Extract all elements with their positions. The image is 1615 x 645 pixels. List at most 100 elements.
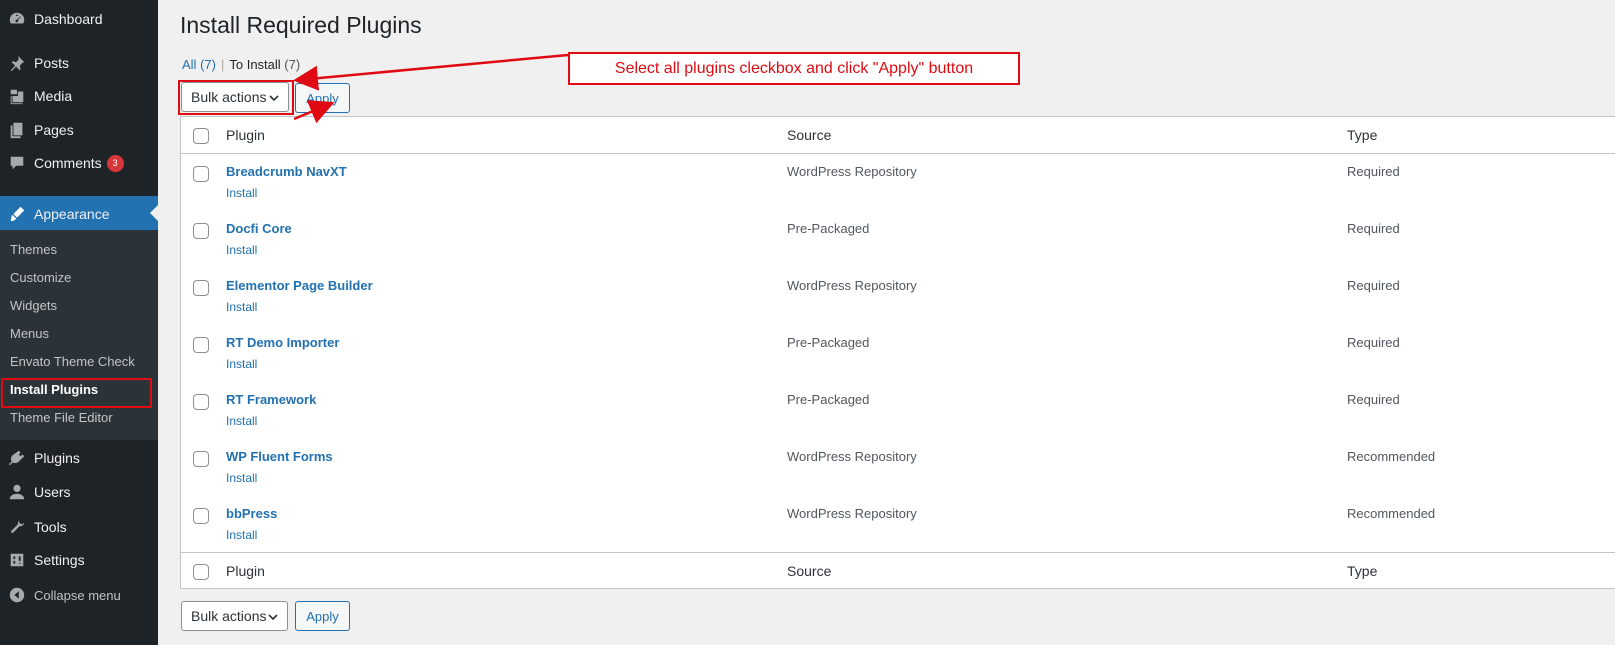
plugin-type: Required xyxy=(1347,278,1400,293)
menu-comments-label: Comments xyxy=(34,155,102,171)
table-row: Elementor Page Builder Install WordPress… xyxy=(181,268,1615,325)
row-checkbox[interactable] xyxy=(193,508,209,524)
menu-posts-label: Posts xyxy=(34,55,70,71)
row-checkbox[interactable] xyxy=(193,166,209,182)
plugin-type: Required xyxy=(1347,335,1400,350)
view-separator: | xyxy=(220,57,225,72)
table-footer: Plugin Source Type xyxy=(181,552,1615,589)
menu-collapse[interactable]: Collapse menu xyxy=(0,578,158,612)
install-link[interactable]: Install xyxy=(226,357,257,371)
bulk-actions-label-bottom: Bulk actions xyxy=(191,608,267,624)
bulk-actions-highlight xyxy=(178,80,294,115)
plugin-source: Pre-Packaged xyxy=(787,392,870,407)
comments-count-badge: 3 xyxy=(106,154,124,172)
arrow-to-bulk-actions xyxy=(293,53,569,91)
menu-plugins[interactable]: Plugins xyxy=(0,441,158,475)
row-checkbox[interactable] xyxy=(193,223,209,239)
select-all-checkbox-top[interactable] xyxy=(193,128,209,144)
plugin-name-link[interactable]: Breadcrumb NavXT xyxy=(226,164,347,179)
install-link[interactable]: Install xyxy=(226,243,257,257)
plugin-type: Required xyxy=(1347,164,1400,179)
plugin-type: Required xyxy=(1347,221,1400,236)
table-row: bbPress Install WordPress Repository Rec… xyxy=(181,496,1615,553)
column-plugin-footer[interactable]: Plugin xyxy=(226,563,265,579)
plugin-name-link[interactable]: Elementor Page Builder xyxy=(226,278,373,293)
bulk-actions-select-bottom[interactable]: Bulk actions xyxy=(181,601,288,631)
apply-button-top[interactable]: Apply xyxy=(295,83,350,113)
table-row: RT Demo Importer Install Pre-Packaged Re… xyxy=(181,325,1615,382)
column-source[interactable]: Source xyxy=(787,127,831,143)
install-link[interactable]: Install xyxy=(226,414,257,428)
menu-media-label: Media xyxy=(34,88,73,104)
page-title: Install Required Plugins xyxy=(180,12,422,38)
appearance-submenu: Themes Customize Widgets Menus Envato Th… xyxy=(0,230,158,440)
user-icon xyxy=(0,483,34,501)
plugins-table: Plugin Source Type Breadcrumb NavXT Inst… xyxy=(180,116,1615,589)
column-type[interactable]: Type xyxy=(1347,127,1377,143)
menu-comments[interactable]: Comments 3 xyxy=(0,146,158,180)
install-link[interactable]: Install xyxy=(226,300,257,314)
plugin-name-link[interactable]: RT Framework xyxy=(226,392,316,407)
view-filters: All (7) | To Install (7) xyxy=(182,57,300,72)
menu-plugins-label: Plugins xyxy=(34,450,80,466)
menu-users[interactable]: Users xyxy=(0,475,158,509)
install-link[interactable]: Install xyxy=(226,186,257,200)
column-source-footer[interactable]: Source xyxy=(787,563,831,579)
install-link[interactable]: Install xyxy=(226,471,257,485)
select-all-checkbox-bottom[interactable] xyxy=(193,564,209,580)
submenu-envato-theme-check[interactable]: Envato Theme Check xyxy=(10,352,135,372)
plugin-name-link[interactable]: RT Demo Importer xyxy=(226,335,339,350)
dashboard-icon xyxy=(0,10,34,28)
submenu-widgets[interactable]: Widgets xyxy=(10,296,57,316)
menu-tools[interactable]: Tools xyxy=(0,510,158,544)
plugin-name-link[interactable]: bbPress xyxy=(226,506,277,521)
menu-dashboard-label: Dashboard xyxy=(34,11,103,27)
row-checkbox[interactable] xyxy=(193,451,209,467)
table-row: Docfi Core Install Pre-Packaged Required xyxy=(181,211,1615,268)
menu-media[interactable]: Media xyxy=(0,79,158,113)
submenu-themes[interactable]: Themes xyxy=(10,240,57,260)
plugin-name-link[interactable]: WP Fluent Forms xyxy=(226,449,333,464)
apply-button-bottom[interactable]: Apply xyxy=(295,601,350,631)
row-checkbox[interactable] xyxy=(193,394,209,410)
media-icon xyxy=(0,87,34,105)
submenu-theme-file-editor[interactable]: Theme File Editor xyxy=(10,408,113,428)
menu-appearance[interactable]: Appearance xyxy=(0,196,158,232)
comment-icon xyxy=(0,154,34,172)
plugin-source: WordPress Repository xyxy=(787,278,917,293)
view-to-install-link[interactable]: To Install (7) xyxy=(229,57,300,72)
menu-pages[interactable]: Pages xyxy=(0,113,158,147)
menu-pages-label: Pages xyxy=(34,122,74,138)
column-plugin[interactable]: Plugin xyxy=(226,127,265,143)
view-all-link[interactable]: All (7) xyxy=(182,57,216,72)
plugin-source: Pre-Packaged xyxy=(787,335,870,350)
submenu-customize[interactable]: Customize xyxy=(10,268,71,288)
menu-appearance-label: Appearance xyxy=(34,206,110,222)
plugin-source: WordPress Repository xyxy=(787,164,917,179)
menu-settings[interactable]: Settings xyxy=(0,543,158,577)
install-plugins-highlight xyxy=(1,378,152,408)
plugin-source: Pre-Packaged xyxy=(787,221,870,236)
plugin-name-link[interactable]: Docfi Core xyxy=(226,221,292,236)
column-type-footer[interactable]: Type xyxy=(1347,563,1377,579)
pages-icon xyxy=(0,121,34,139)
table-header: Plugin Source Type xyxy=(181,117,1615,154)
plugin-icon xyxy=(0,449,34,467)
menu-collapse-label: Collapse menu xyxy=(34,587,121,603)
menu-tools-label: Tools xyxy=(34,519,67,535)
menu-settings-label: Settings xyxy=(34,552,85,568)
row-checkbox[interactable] xyxy=(193,337,209,353)
plugin-type: Recommended xyxy=(1347,506,1436,521)
plugin-type: Recommended xyxy=(1347,449,1436,464)
settings-icon xyxy=(0,551,34,569)
submenu-menus[interactable]: Menus xyxy=(10,324,49,344)
table-row: Breadcrumb NavXT Install WordPress Repos… xyxy=(181,154,1615,211)
plugin-source: WordPress Repository xyxy=(787,506,917,521)
row-checkbox[interactable] xyxy=(193,280,209,296)
plugin-source: WordPress Repository xyxy=(787,449,917,464)
menu-dashboard[interactable]: Dashboard xyxy=(0,2,158,36)
collapse-icon xyxy=(0,586,34,604)
menu-posts[interactable]: Posts xyxy=(0,46,158,80)
pin-icon xyxy=(0,54,34,72)
install-link[interactable]: Install xyxy=(226,528,257,542)
